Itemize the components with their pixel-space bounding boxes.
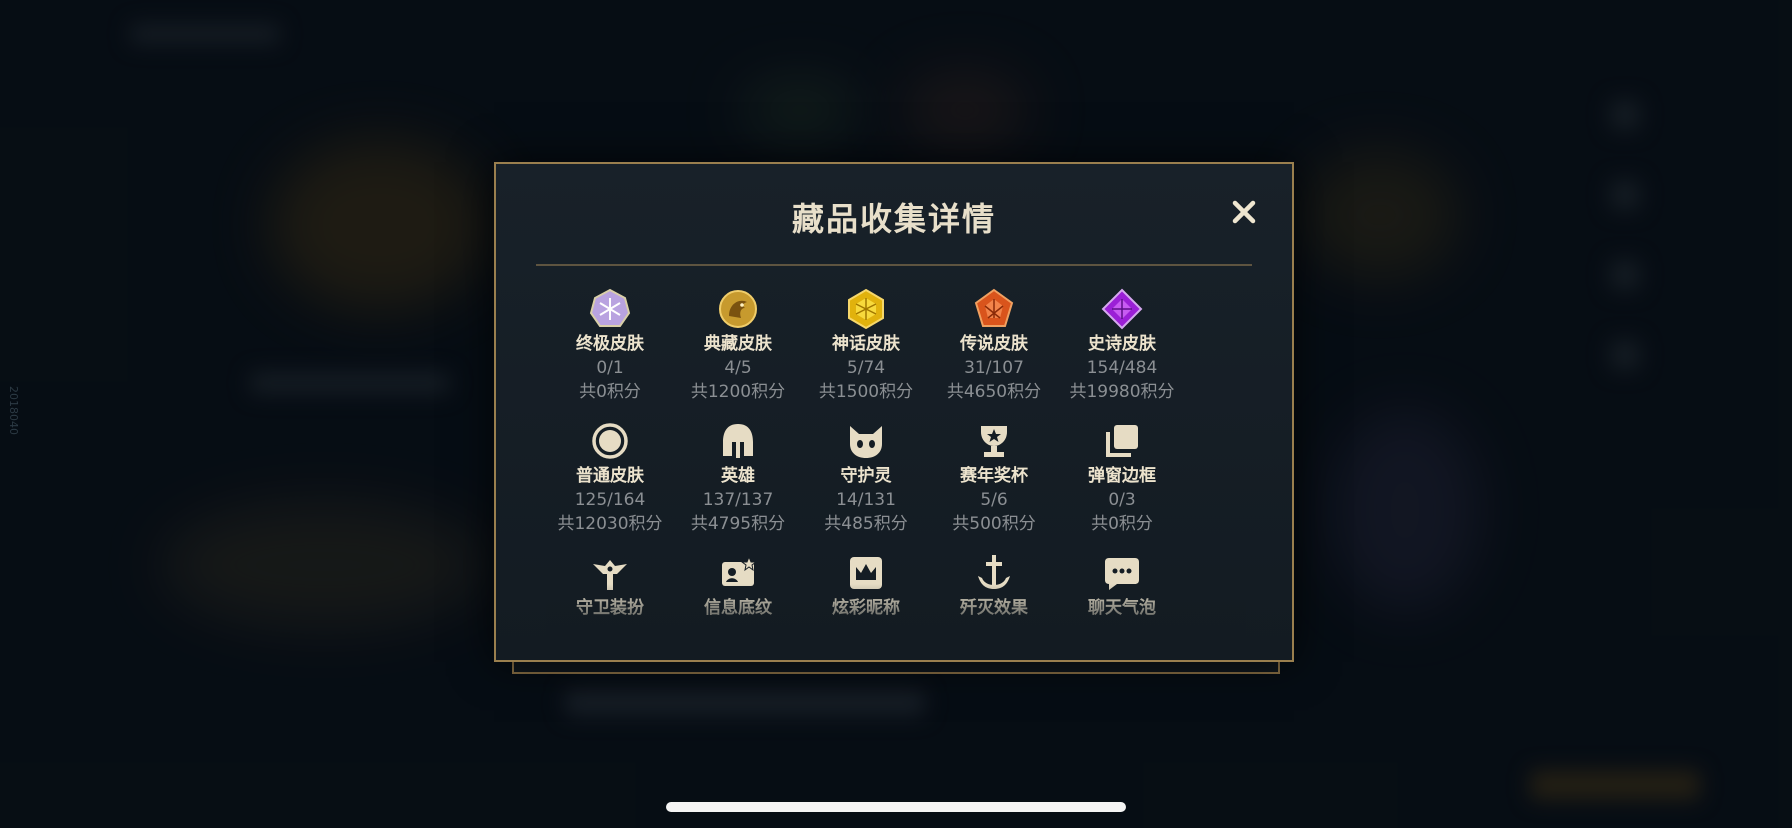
item-name: 信息底纹	[704, 598, 772, 618]
collection-item-legendary-skins[interactable]: 传说皮肤 31/107 共4650积分	[930, 288, 1058, 404]
item-points: 共485积分	[824, 514, 908, 534]
item-count: 0/1	[596, 358, 624, 378]
legendary-gem-icon	[973, 288, 1015, 330]
sword-anchor-icon	[973, 552, 1015, 594]
item-points: 共4795积分	[690, 514, 786, 534]
modal-title: 藏品收集详情	[791, 200, 996, 238]
modal-bottom-trim	[512, 662, 1280, 674]
item-count: 125/164	[574, 490, 646, 510]
item-name: 弹窗边框	[1088, 466, 1156, 486]
collection-item-season-trophies[interactable]: 赛年奖杯 5/6 共500积分	[930, 420, 1058, 536]
item-name: 炫彩昵称	[832, 598, 900, 618]
circle-icon	[589, 420, 631, 462]
item-points: 共500积分	[952, 514, 1036, 534]
collection-grid: 终极皮肤 0/1 共0积分 典藏皮肤 4/5 共1200积分 神话皮肤 5/74…	[546, 284, 1246, 654]
collection-item-elimination-effects[interactable]: 歼灭效果	[930, 552, 1058, 620]
collection-item-chat-bubbles[interactable]: 聊天气泡	[1058, 552, 1186, 620]
trophy-icon	[973, 420, 1015, 462]
item-points: 共0积分	[579, 382, 641, 402]
collection-item-mythic-skins[interactable]: 神话皮肤 5/74 共1500积分	[802, 288, 930, 404]
item-points: 共12030积分	[557, 514, 663, 534]
item-points: 共1200积分	[690, 382, 786, 402]
item-name: 史诗皮肤	[1088, 334, 1156, 354]
mythic-gem-icon	[845, 288, 887, 330]
item-name: 聊天气泡	[1088, 598, 1156, 618]
little-legend-icon	[845, 420, 887, 462]
close-icon	[1232, 200, 1256, 224]
banner-icon	[717, 552, 759, 594]
item-name: 普通皮肤	[576, 466, 644, 486]
title-divider	[536, 264, 1252, 266]
item-name: 典藏皮肤	[704, 334, 772, 354]
collection-item-popup-frames[interactable]: 弹窗边框 0/3 共0积分	[1058, 420, 1186, 536]
side-version-tag: 2018040	[7, 386, 20, 435]
collection-item-heroes[interactable]: 英雄 137/137 共4795积分	[674, 420, 802, 536]
close-button[interactable]	[1224, 192, 1264, 232]
collection-item-colored-nicknames[interactable]: 炫彩昵称	[802, 552, 930, 620]
item-points: 共1500积分	[818, 382, 914, 402]
item-count: 14/131	[836, 490, 896, 510]
item-name: 赛年奖杯	[960, 466, 1028, 486]
chat-bubble-icon	[1101, 552, 1143, 594]
item-count: 5/6	[980, 490, 1008, 510]
item-name: 守护灵	[840, 466, 892, 486]
collection-item-prestige-skins[interactable]: 典藏皮肤 4/5 共1200积分	[674, 288, 802, 404]
item-name: 神话皮肤	[832, 334, 900, 354]
crown-frame-icon	[845, 552, 887, 594]
item-count: 31/107	[964, 358, 1024, 378]
collection-item-epic-skins[interactable]: 史诗皮肤 154/484 共19980积分	[1058, 288, 1186, 404]
item-name: 终极皮肤	[576, 334, 644, 354]
collection-item-profile-banners[interactable]: 信息底纹	[674, 552, 802, 620]
item-name: 守卫装扮	[576, 598, 644, 618]
collection-item-little-legends[interactable]: 守护灵 14/131 共485积分	[802, 420, 930, 536]
item-name: 歼灭效果	[960, 598, 1028, 618]
collection-item-normal-skins[interactable]: 普通皮肤 125/164 共12030积分	[546, 420, 674, 536]
item-points: 共0积分	[1091, 514, 1153, 534]
item-name: 英雄	[721, 466, 755, 486]
collection-item-ward-skins[interactable]: 守卫装扮	[546, 552, 674, 620]
item-points: 共19980积分	[1069, 382, 1175, 402]
item-points: 共4650积分	[946, 382, 1042, 402]
helmet-icon	[717, 420, 759, 462]
collection-item-ultimate-skins[interactable]: 终极皮肤 0/1 共0积分	[546, 288, 674, 404]
item-count: 154/484	[1086, 358, 1158, 378]
collection-details-modal: 藏品收集详情 终极皮肤 0/1 共0积分 典藏皮肤 4/5 共1200积分 神话…	[494, 162, 1294, 662]
ward-icon	[589, 552, 631, 594]
dragon-emblem-icon	[717, 288, 759, 330]
ultimate-gem-icon	[589, 288, 631, 330]
item-count: 5/74	[846, 358, 886, 378]
item-count: 0/3	[1108, 490, 1136, 510]
home-indicator[interactable]	[666, 802, 1126, 812]
stacked-cards-icon	[1101, 420, 1143, 462]
item-count: 4/5	[724, 358, 752, 378]
item-name: 传说皮肤	[960, 334, 1028, 354]
epic-gem-icon	[1101, 288, 1143, 330]
item-count: 137/137	[702, 490, 774, 510]
